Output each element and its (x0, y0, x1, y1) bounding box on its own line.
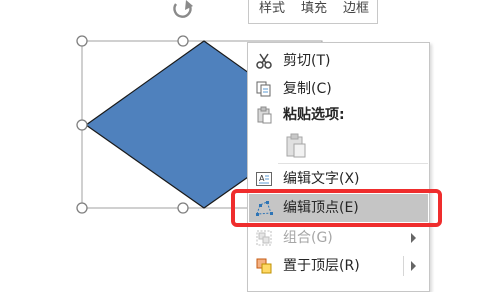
submenu-arrow-icon (411, 233, 416, 243)
annotation-highlight-box (231, 189, 442, 227)
copy-icon (255, 80, 273, 98)
menu-label-copy: 复制(C) (283, 81, 332, 97)
bring-to-front-icon (255, 257, 273, 275)
resize-handle-top-left[interactable] (76, 35, 88, 47)
context-menu: 剪切(T) 复制(C) 粘贴选项: A 编辑文字(X) 编辑顶点(E) 组合(G… (247, 42, 430, 292)
menu-item-copy[interactable]: 复制(C) (249, 75, 428, 103)
menu-item-bring-to-front[interactable]: 置于顶层(R) (249, 252, 428, 280)
menu-label-edit-text: 编辑文字(X) (283, 171, 360, 187)
paste-icon (255, 106, 273, 124)
menu-label-cut: 剪切(T) (283, 53, 331, 69)
split-button-divider (403, 256, 404, 276)
menu-heading-paste-options: 粘贴选项: (249, 101, 428, 129)
paste-keep-format-button[interactable] (282, 131, 308, 159)
menu-item-group[interactable]: 组合(G) (249, 224, 428, 252)
menu-label-group: 组合(G) (283, 230, 333, 246)
mini-tab-fill[interactable]: 填充 (301, 2, 327, 16)
menu-label-paste-options: 粘贴选项: (283, 107, 345, 123)
menu-label-bring-to-front: 置于顶层(R) (283, 258, 360, 274)
resize-handle-left[interactable] (76, 119, 88, 131)
mini-tab-style[interactable]: 样式 (259, 2, 285, 16)
paste-keep-format-icon (284, 133, 308, 163)
scissors-icon (255, 52, 273, 70)
resize-handle-top[interactable] (177, 35, 189, 47)
edit-text-icon: A (255, 170, 273, 188)
svg-text:A: A (259, 174, 265, 183)
group-icon (255, 229, 273, 247)
resize-handle-bottom-left[interactable] (76, 202, 88, 214)
slide-canvas: 样式 填充 边框 剪切(T) 复制(C) 粘贴选项: A 编辑文字(X) 编辑顶… (0, 0, 484, 292)
resize-handle-bottom[interactable] (177, 202, 189, 214)
submenu-arrow-icon[interactable] (411, 261, 416, 271)
menu-separator (278, 163, 428, 164)
mini-tab-outline[interactable]: 边框 (343, 2, 369, 16)
menu-item-cut[interactable]: 剪切(T) (249, 47, 428, 75)
mini-toolbar: 样式 填充 边框 (248, 0, 378, 24)
rotate-handle-icon[interactable] (173, 0, 193, 18)
